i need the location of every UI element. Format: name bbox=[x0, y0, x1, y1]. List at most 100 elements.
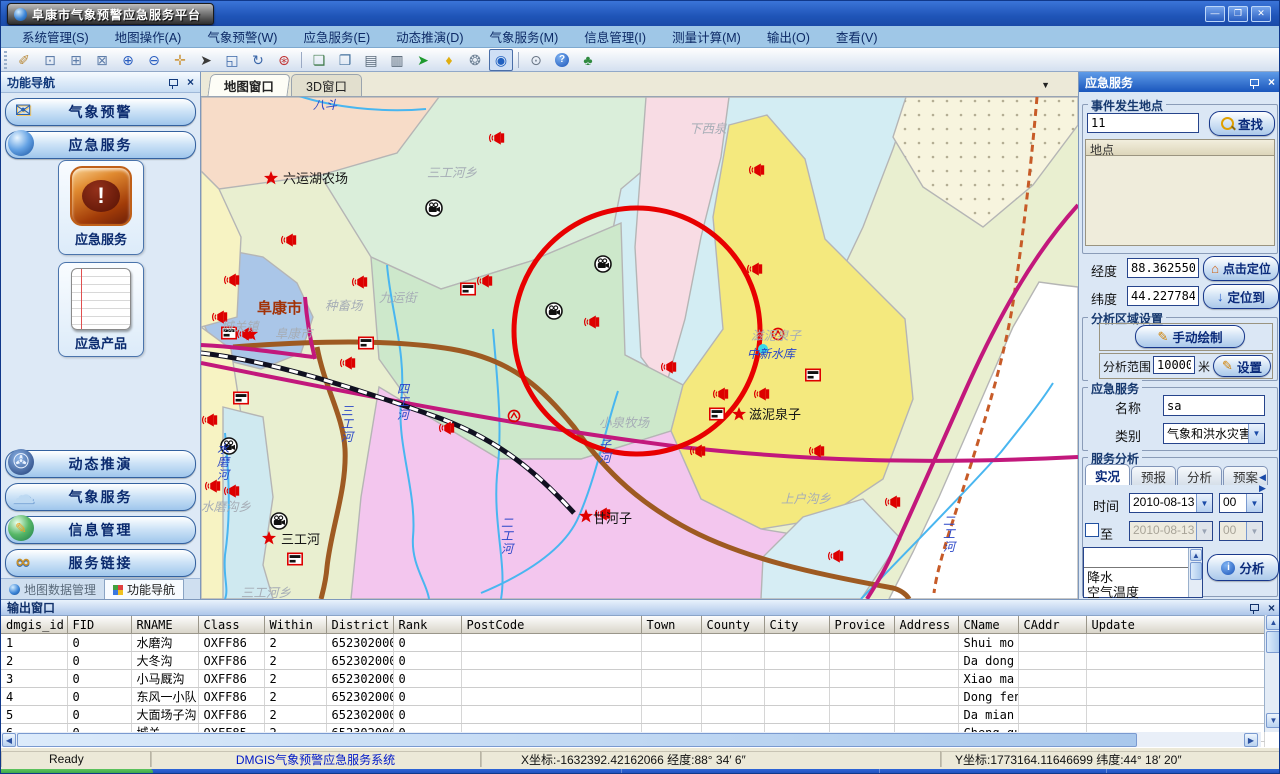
close-icon[interactable]: × bbox=[1268, 77, 1275, 87]
sidebar-item-bottom-1[interactable]: 气象服务 bbox=[5, 483, 196, 511]
to-checkbox[interactable] bbox=[1085, 523, 1099, 537]
tab-map-window[interactable]: 地图窗口 bbox=[207, 74, 290, 96]
flag-marker[interactable] bbox=[806, 369, 820, 380]
menu-item-4[interactable]: 动态推演(D) bbox=[383, 25, 476, 48]
table-row[interactable]: 30小马厩沟OXFF8626523020000Xiao ma ... bbox=[1, 670, 1264, 688]
camera-marker[interactable] bbox=[546, 303, 562, 319]
loudspeaker-marker[interactable] bbox=[353, 275, 368, 288]
plot-icon[interactable]: ▥ bbox=[385, 49, 409, 71]
column-header[interactable]: Provice bbox=[829, 616, 894, 634]
column-header[interactable]: Update bbox=[1086, 616, 1264, 634]
scroll-down-icon[interactable]: ▼ bbox=[1266, 713, 1280, 728]
export-image-icon[interactable]: ❐ bbox=[333, 49, 357, 71]
tab-3d-window[interactable]: 3D窗口 bbox=[291, 74, 362, 96]
flag-marker[interactable] bbox=[461, 283, 475, 294]
list-scrollbar[interactable]: ▲ bbox=[1188, 548, 1202, 597]
locate-to-button[interactable]: ↓ 定位到 bbox=[1203, 284, 1279, 309]
service-name-input[interactable] bbox=[1163, 395, 1265, 416]
scroll-right-icon[interactable]: ▶ bbox=[1244, 733, 1258, 747]
camera-marker[interactable] bbox=[595, 256, 611, 272]
service-type-select[interactable]: 气象和洪水灾害▼ bbox=[1163, 423, 1265, 444]
menu-item-1[interactable]: 地图操作(A) bbox=[102, 25, 195, 48]
flag-marker[interactable] bbox=[288, 553, 302, 564]
set-button[interactable]: ✎ 设置 bbox=[1213, 355, 1271, 377]
menu-item-2[interactable]: 气象预警(W) bbox=[194, 25, 290, 48]
legend-tree-icon[interactable]: ♣ bbox=[576, 49, 600, 71]
minimize-button[interactable]: — bbox=[1205, 6, 1225, 22]
column-header[interactable]: County bbox=[701, 616, 764, 634]
table-hscrollbar[interactable]: ◀ ▶ bbox=[1, 732, 1261, 748]
place-pin-icon[interactable]: ♦ bbox=[437, 49, 461, 71]
flag-marker[interactable] bbox=[710, 408, 724, 419]
column-header[interactable]: RNAME bbox=[131, 616, 198, 634]
flag-marker[interactable] bbox=[234, 392, 248, 403]
print-icon[interactable]: ▤ bbox=[359, 49, 383, 71]
green-pointer-icon[interactable]: ➤ bbox=[411, 49, 435, 71]
pin-icon[interactable] bbox=[1250, 604, 1259, 611]
table-row[interactable]: 40东风一小队OXFF8626523020000Dong fen... bbox=[1, 688, 1264, 706]
globe-icon[interactable]: ◉ bbox=[489, 49, 513, 71]
table-row[interactable]: 20大冬沟OXFF8626523020000Da dong gou bbox=[1, 652, 1264, 670]
pointer-icon[interactable]: ➤ bbox=[194, 49, 218, 71]
sidebar-item-top-1[interactable]: 应急服务 bbox=[5, 131, 196, 159]
emergency-service-button[interactable]: ! 应急服务 bbox=[58, 160, 144, 255]
latitude-input[interactable] bbox=[1127, 286, 1199, 306]
manual-draw-button[interactable]: ✎ 手动绘制 bbox=[1135, 325, 1245, 348]
menu-item-5[interactable]: 气象服务(M) bbox=[477, 25, 572, 48]
zoom-scale-icon[interactable]: ⊛ bbox=[272, 49, 296, 71]
menu-item-8[interactable]: 输出(O) bbox=[754, 25, 823, 48]
analysis-tab-1[interactable]: 预报 bbox=[1131, 466, 1176, 485]
column-header[interactable]: Within bbox=[264, 616, 326, 634]
sidebar-item-top-0[interactable]: 气象预警 bbox=[5, 98, 196, 126]
settings-gear-icon[interactable]: ❂ bbox=[463, 49, 487, 71]
column-header[interactable]: District bbox=[326, 616, 393, 634]
layers-icon[interactable]: ❏ bbox=[307, 49, 331, 71]
pin-icon[interactable] bbox=[169, 79, 178, 86]
column-header[interactable]: CName bbox=[958, 616, 1018, 634]
element-list[interactable]: 降水空气温度 bbox=[1083, 547, 1203, 598]
column-header[interactable]: Class bbox=[198, 616, 264, 634]
flag-marker[interactable] bbox=[359, 337, 373, 348]
scroll-left-icon[interactable]: ◀ bbox=[2, 733, 16, 747]
select-rect-icon[interactable]: ⊞ bbox=[64, 49, 88, 71]
analysis-tab-0[interactable]: 实况 bbox=[1085, 464, 1130, 485]
menu-item-9[interactable]: 查看(V) bbox=[823, 25, 891, 48]
camera-marker[interactable] bbox=[271, 513, 287, 529]
menu-item-6[interactable]: 信息管理(I) bbox=[571, 25, 659, 48]
location-list[interactable] bbox=[1085, 156, 1275, 246]
analysis-tab-2[interactable]: 分析 bbox=[1177, 466, 1222, 485]
column-header[interactable]: Address bbox=[894, 616, 958, 634]
menu-item-7[interactable]: 测量计算(M) bbox=[659, 25, 754, 48]
map-canvas[interactable]: 六运湖农场三工河乡下西泉九运街阜康市城关镇阜康市种畜场滋泥泉子中新水库滋泥泉子小… bbox=[201, 97, 1078, 599]
loudspeaker-marker[interactable] bbox=[341, 356, 356, 369]
emergency-product-button[interactable]: 应急产品 bbox=[58, 262, 144, 357]
sidebar-item-bottom-3[interactable]: 服务链接 bbox=[5, 549, 196, 577]
longitude-input[interactable] bbox=[1127, 258, 1199, 278]
date-select[interactable]: 2010-08-13▼ bbox=[1129, 493, 1213, 513]
location-search-input[interactable] bbox=[1087, 113, 1199, 133]
menu-item-3[interactable]: 应急服务(E) bbox=[290, 25, 383, 48]
hour-select[interactable]: 00▼ bbox=[1219, 493, 1263, 513]
refresh-icon[interactable]: ↻ bbox=[246, 49, 270, 71]
column-header[interactable]: City bbox=[764, 616, 829, 634]
analyze-button[interactable]: i 分析 bbox=[1207, 554, 1279, 581]
select-poly-icon[interactable]: ⊠ bbox=[90, 49, 114, 71]
table-row[interactable]: 50大面场子沟OXFF8626523020000Da mian ... bbox=[1, 706, 1264, 724]
close-button[interactable]: ✕ bbox=[1251, 6, 1271, 22]
sidebar-item-bottom-0[interactable]: 动态推演 bbox=[5, 450, 196, 478]
tab-scroll-arrows[interactable]: ◀ ▶ bbox=[1259, 472, 1280, 494]
scroll-up-icon[interactable]: ▲ bbox=[1190, 549, 1202, 561]
eye-icon[interactable]: ⊙ bbox=[524, 49, 548, 71]
pan-icon[interactable]: ✛ bbox=[168, 49, 192, 71]
close-icon[interactable]: × bbox=[187, 77, 194, 87]
hour-to-select[interactable]: 00▼ bbox=[1219, 521, 1263, 541]
full-extent-icon[interactable]: ◱ bbox=[220, 49, 244, 71]
menu-item-0[interactable]: 系统管理(S) bbox=[9, 25, 102, 48]
column-header[interactable]: dmgis_id bbox=[1, 616, 67, 634]
zoom-in-icon[interactable]: ⊕ bbox=[116, 49, 140, 71]
column-header[interactable]: Town bbox=[641, 616, 701, 634]
column-header[interactable]: Rank bbox=[393, 616, 461, 634]
sidebar-tab-0[interactable]: 地图数据管理 bbox=[1, 579, 104, 599]
date-to-select[interactable]: 2010-08-13▼ bbox=[1129, 521, 1213, 541]
loudspeaker-marker[interactable] bbox=[282, 233, 297, 246]
